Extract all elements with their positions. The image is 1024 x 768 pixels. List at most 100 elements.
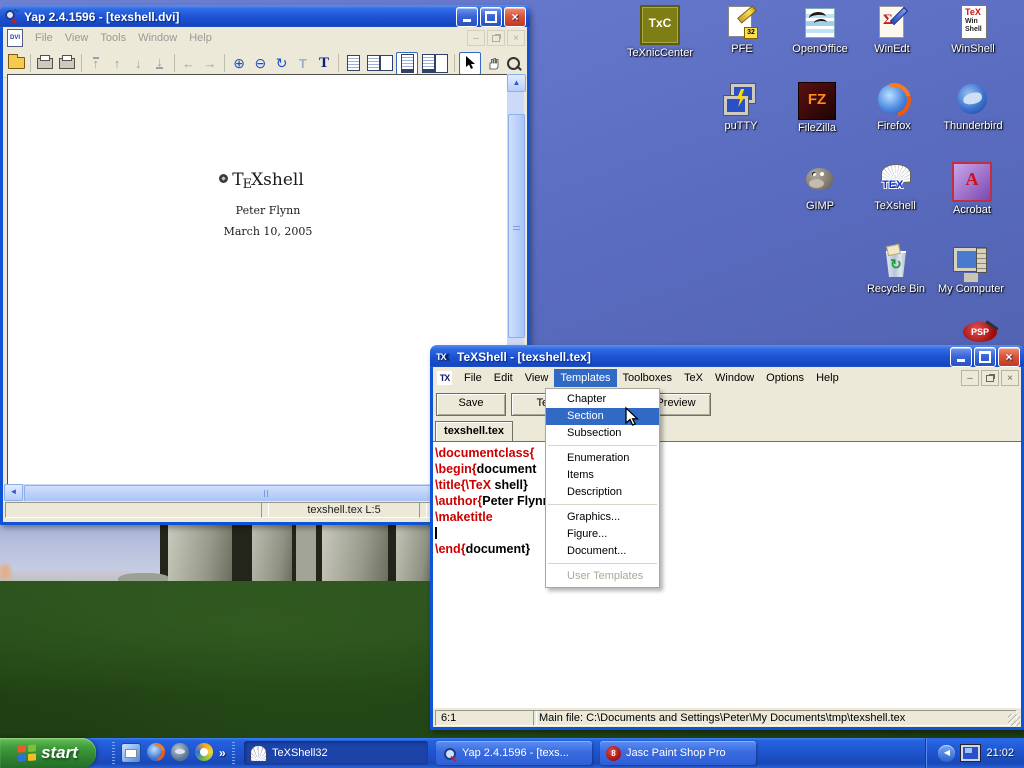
menu-item-items[interactable]: Items <box>546 467 659 484</box>
desktop-icon-putty[interactable]: puTTY <box>703 82 779 132</box>
continuous-double-view-icon[interactable] <box>419 53 450 74</box>
yap-close-button[interactable]: × <box>504 7 526 27</box>
yap-mdi-close-button[interactable]: × <box>507 30 525 46</box>
texshell-editor[interactable]: \documentclass{\begin{document\title{\Te… <box>433 441 1021 708</box>
yap-minimize-button[interactable] <box>456 7 478 27</box>
back-icon[interactable]: ← <box>179 53 199 74</box>
outlook-express-icon[interactable] <box>121 743 141 763</box>
desktop-icon-gimp[interactable]: GIMP <box>782 162 858 212</box>
desktop-icon-pfe[interactable]: 32PFE <box>704 5 780 55</box>
open-icon[interactable] <box>6 53 26 74</box>
desktop-icon-acrobat[interactable]: AAcrobat <box>934 162 1010 216</box>
taskbar-button-jasc-paint-shop-pro[interactable]: 8Jasc Paint Shop Pro <box>600 741 756 765</box>
quick-launch-grip[interactable] <box>112 742 115 764</box>
taskbar: start » TeXShell32 Yap 2.4.1596 - [texs..… <box>0 738 1024 768</box>
texshell-menu-edit[interactable]: Edit <box>488 369 519 387</box>
media-player-icon[interactable] <box>195 743 213 761</box>
thunderbird-icon[interactable] <box>171 743 189 761</box>
text-select-icon[interactable]: T <box>293 53 313 74</box>
yap-maximize-button[interactable] <box>480 7 502 27</box>
texshell-menu-file[interactable]: File <box>458 369 488 387</box>
texshell-menu-view[interactable]: View <box>519 369 555 387</box>
desktop-icon-paint-shop-pro[interactable]: PSP <box>950 322 1010 342</box>
scroll-up-icon[interactable]: ▲ <box>507 74 526 92</box>
previous-page-icon[interactable]: ↑ <box>107 53 127 74</box>
start-button[interactable]: start <box>0 738 96 768</box>
single-page-view-icon[interactable] <box>343 53 363 74</box>
yap-menu-file[interactable]: File <box>29 29 59 47</box>
yap-status-left <box>5 502 269 518</box>
menu-separator <box>548 563 657 564</box>
taskbar-button-yap-2-4-1596-texs[interactable]: Yap 2.4.1596 - [texs... <box>436 741 592 765</box>
texshell-menu-toolboxes[interactable]: Toolboxes <box>617 369 679 387</box>
magnify-tool-icon[interactable] <box>504 53 524 74</box>
desktop-icon-winshell[interactable]: TeXWinShellWinShell <box>935 5 1011 55</box>
double-page-view-icon[interactable] <box>364 53 395 74</box>
menu-item-graphics[interactable]: Graphics... <box>546 509 659 526</box>
hide-icons-chevron-icon[interactable]: ◀ <box>938 745 955 762</box>
desktop-icon-filezilla[interactable]: FZFileZilla <box>779 82 855 134</box>
texshell-close-button[interactable]: × <box>998 347 1020 367</box>
desktop-icon-recyclebin[interactable]: ↻Recycle Bin <box>858 245 934 295</box>
hand-tool-icon[interactable] <box>482 53 502 74</box>
first-page-icon[interactable]: ↑ <box>86 53 106 74</box>
texshell-menu-help[interactable]: Help <box>810 369 845 387</box>
menu-item-description[interactable]: Description <box>546 484 659 501</box>
scroll-left-icon[interactable]: ◄ <box>4 484 23 501</box>
toolbar-save-button[interactable]: Save <box>436 393 506 416</box>
desktop-icon-mycomputer[interactable]: My Computer <box>933 245 1009 295</box>
text-tool-icon[interactable]: T <box>314 53 334 74</box>
resize-grip[interactable] <box>1008 714 1020 726</box>
forward-icon[interactable]: → <box>200 53 220 74</box>
yap-vscroll-thumb[interactable] <box>508 114 525 338</box>
refresh-icon[interactable]: ↻ <box>271 53 291 74</box>
yap-menu-tools[interactable]: Tools <box>94 29 132 47</box>
pointer-tool-icon[interactable] <box>459 52 481 75</box>
print-icon[interactable] <box>35 53 55 74</box>
last-page-icon[interactable]: ↓ <box>149 53 169 74</box>
desktop-icon-firefox[interactable]: Firefox <box>856 82 932 132</box>
texshell-menu-window[interactable]: Window <box>709 369 760 387</box>
texshell-maximize-button[interactable] <box>974 347 996 367</box>
paint-shop-pro-icon: PSP <box>963 322 997 342</box>
yap-menu-help[interactable]: Help <box>183 29 218 47</box>
taskbar-button-texshell32[interactable]: TeXShell32 <box>244 741 428 765</box>
texshell-menu-tex[interactable]: TeX <box>678 369 709 387</box>
task-buttons: TeXShell32 Yap 2.4.1596 - [texs... 8Jasc P… <box>244 741 756 765</box>
desktop-icon-texniccenter[interactable]: TxCTeXnicCenter <box>622 5 698 59</box>
zoom-in-icon[interactable]: ⊕ <box>229 53 249 74</box>
desktop-icon-thunderbird[interactable]: Thunderbird <box>935 82 1011 132</box>
texshell-mdi-minimize-button[interactable]: – <box>961 370 979 386</box>
desktop-icon-texshell[interactable]: TEXTeXshell <box>857 162 933 212</box>
next-page-icon[interactable]: ↓ <box>128 53 148 74</box>
firefox-icon[interactable] <box>147 743 165 761</box>
print-setup-icon[interactable] <box>56 53 76 74</box>
texshell-menu-options[interactable]: Options <box>760 369 810 387</box>
taskband-grip[interactable] <box>232 742 235 764</box>
code-line-3: \title{\TeX shell} <box>435 477 1021 493</box>
yap-menu-view[interactable]: View <box>59 29 95 47</box>
desktop-icon-openoffice[interactable]: OpenOffice <box>782 5 858 55</box>
tab-texshell-tex[interactable]: texshell.tex <box>435 421 513 441</box>
continuous-view-icon[interactable] <box>396 52 418 75</box>
texshell-mdi-close-button[interactable]: × <box>1001 370 1019 386</box>
main-file-status: Main file: C:\Documents and Settings\Pet… <box>533 710 1017 726</box>
photo-sun-glow <box>0 565 10 579</box>
zoom-out-icon[interactable]: ⊖ <box>250 53 270 74</box>
menu-item-enumeration[interactable]: Enumeration <box>546 450 659 467</box>
texshell-menu-templates[interactable]: Templates <box>554 369 616 387</box>
quick-launch-overflow-icon[interactable]: » <box>219 746 226 760</box>
yap-menu-window[interactable]: Window <box>132 29 183 47</box>
texshell-titlebar[interactable]: TX TeXShell - [texshell.tex] × <box>430 345 1024 368</box>
desktop-icon-winedt[interactable]: ΣWinEdt <box>854 5 930 55</box>
menu-item-document[interactable]: Document... <box>546 543 659 560</box>
texshell-mdi-restore-button[interactable] <box>981 370 999 386</box>
yap-mdi-minimize-button[interactable]: – <box>467 30 485 46</box>
menu-item-figure[interactable]: Figure... <box>546 526 659 543</box>
network-tray-icon[interactable] <box>961 745 980 761</box>
yap-titlebar[interactable]: Yap 2.4.1596 - [texshell.dvi] × <box>0 5 530 28</box>
code-line-1: \documentclass{ <box>435 445 1021 461</box>
stone <box>168 525 232 585</box>
yap-mdi-restore-button[interactable] <box>487 30 505 46</box>
texshell-minimize-button[interactable] <box>950 347 972 367</box>
